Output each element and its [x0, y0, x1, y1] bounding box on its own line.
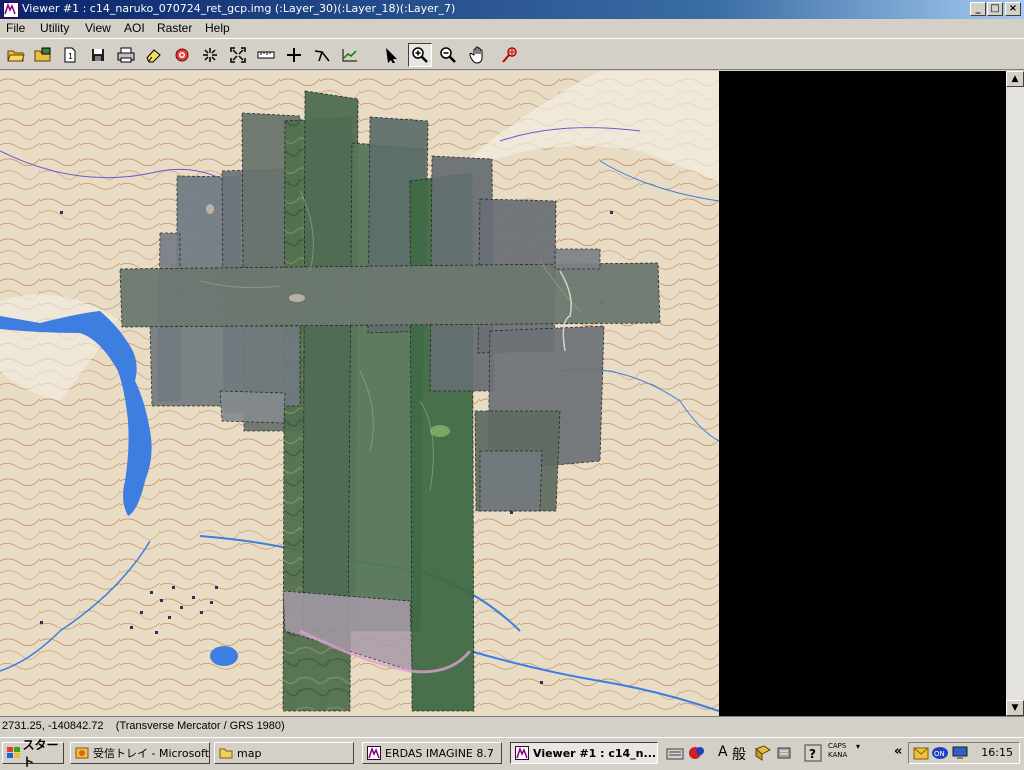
map-canvas — [0, 71, 719, 716]
menu-help[interactable]: Help — [205, 21, 230, 35]
arc-tool-icon[interactable] — [310, 43, 334, 67]
kana-indicator: KANA — [828, 751, 848, 759]
menu-view[interactable]: View — [85, 21, 111, 35]
help-icon[interactable]: ? — [804, 744, 822, 762]
tray-mail-icon[interactable] — [913, 745, 929, 761]
svg-text:ON: ON — [934, 750, 945, 758]
start-label: スタート — [22, 738, 59, 769]
measure-ruler-icon[interactable] — [254, 43, 278, 67]
crosshair-icon[interactable] — [282, 43, 306, 67]
folder-icon — [219, 748, 233, 759]
topographic-map[interactable] — [0, 71, 719, 716]
caps-indicator: CAPS — [828, 742, 847, 750]
maximize-button[interactable]: □ — [987, 2, 1003, 16]
pan-hand-icon[interactable] — [466, 43, 490, 67]
open-layer-icon[interactable] — [31, 43, 55, 67]
print-icon[interactable] — [114, 43, 138, 67]
ime-lock-status[interactable]: CAPS KANA — [828, 742, 847, 760]
menu-file[interactable]: File — [6, 21, 25, 35]
status-bar: 2731.25, -140842.72 (Transverse Mercator… — [0, 716, 1024, 736]
ime-conversion-mode[interactable]: 般 — [732, 744, 746, 764]
ime-dictionary-icon[interactable] — [754, 744, 772, 762]
svg-text:1: 1 — [68, 52, 73, 61]
eraser-icon[interactable] — [142, 43, 166, 67]
ime-toolbar-icon[interactable] — [688, 744, 706, 762]
open-folder-icon[interactable] — [4, 43, 28, 67]
task-viewer[interactable]: Viewer #1 : c14_n... — [510, 742, 658, 764]
close-button[interactable]: × — [1005, 2, 1021, 16]
minimize-button[interactable]: _ — [970, 2, 986, 16]
scroll-up-icon[interactable]: ▲ — [1006, 71, 1024, 87]
task-outlook[interactable]: 受信トレイ - Microsoft ... — [70, 742, 210, 764]
select-arrow-icon[interactable] — [380, 43, 404, 67]
zoom-fit-icon[interactable] — [226, 43, 250, 67]
system-tray: ON 16:15 — [908, 742, 1020, 764]
target-icon[interactable] — [170, 43, 194, 67]
ime-expand[interactable]: « — [894, 744, 902, 759]
svg-text:?: ? — [809, 747, 816, 761]
ime-options-icon[interactable]: ▾ — [856, 742, 860, 751]
cursor-coordinates: 2731.25, -140842.72 (Transverse Mercator… — [2, 720, 285, 732]
keyboard-icon[interactable] — [666, 745, 684, 761]
menu-bar: File Utility View AOI Raster Help — [0, 19, 1024, 37]
new-document-icon[interactable]: 1 — [58, 43, 82, 67]
projection-info: (Transverse Mercator / GRS 1980) — [115, 720, 285, 732]
ime-input-mode[interactable]: A — [718, 744, 728, 760]
menu-raster[interactable]: Raster — [157, 21, 192, 35]
erdas-viewer-icon — [515, 746, 529, 760]
outlook-icon — [75, 747, 89, 759]
coordinate-value: 2731.25, -140842.72 — [2, 720, 104, 732]
clock: 16:15 — [981, 746, 1013, 759]
vertical-scrollbar[interactable]: ▲ ▼ — [1006, 71, 1024, 716]
erdas-icon — [367, 746, 381, 760]
task-label: 受信トレイ - Microsoft ... — [93, 747, 210, 760]
tray-network-icon[interactable]: ON — [931, 745, 949, 761]
map-viewer[interactable] — [0, 71, 1006, 716]
task-label: Viewer #1 : c14_n... — [533, 746, 657, 760]
menu-utility[interactable]: Utility — [40, 21, 69, 35]
title-bar: Viewer #1 : c14_naruko_070724_ret_gcp.im… — [0, 0, 1024, 19]
task-map-folder[interactable]: map — [214, 742, 354, 764]
start-button[interactable]: スタート — [2, 738, 64, 769]
profile-icon[interactable] — [338, 43, 362, 67]
task-label: map — [237, 746, 262, 760]
inquire-icon[interactable] — [498, 43, 522, 67]
task-label: ERDAS IMAGINE 8.7 — [385, 746, 494, 760]
task-erdas-imagine[interactable]: ERDAS IMAGINE 8.7 — [362, 742, 502, 764]
tray-monitor-icon[interactable] — [951, 745, 969, 761]
save-icon[interactable] — [86, 43, 110, 67]
zoom-in-icon[interactable] — [408, 43, 432, 67]
menu-aoi[interactable]: AOI — [124, 21, 145, 35]
taskbar: スタート 受信トレイ - Microsoft ... map ERDAS IMA… — [0, 737, 1024, 769]
scroll-down-icon[interactable]: ▼ — [1006, 700, 1024, 716]
toolbar: 1 — [0, 38, 1024, 70]
zoom-out-icon[interactable] — [436, 43, 460, 67]
ime-tools-icon[interactable] — [776, 744, 794, 762]
zoom-in-cross-icon[interactable] — [198, 43, 222, 67]
windows-logo-icon — [7, 747, 20, 758]
erdas-viewer-icon[interactable] — [3, 2, 19, 18]
window-title: Viewer #1 : c14_naruko_070724_ret_gcp.im… — [22, 2, 456, 15]
